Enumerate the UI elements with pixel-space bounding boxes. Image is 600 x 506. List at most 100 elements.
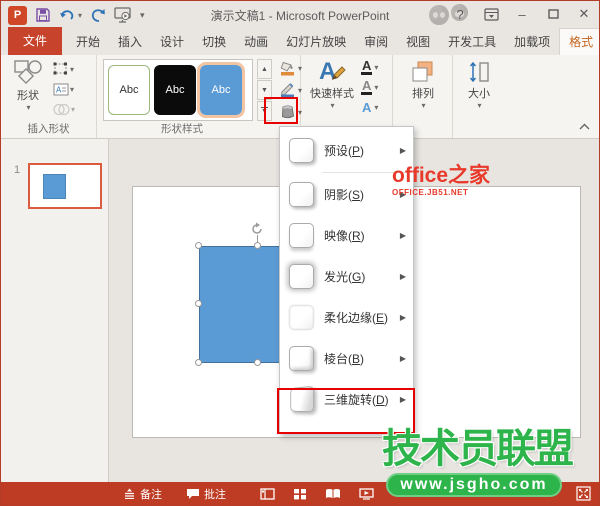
size-icon [469,61,489,83]
shape-fill-icon [280,61,294,76]
shape-style-option-2[interactable]: Abc [154,65,196,115]
glow-icon [289,264,314,289]
quick-access-toolbar: P ▾ ▾ [1,5,145,25]
slide-sorter-view-icon[interactable] [293,488,307,500]
shape-styles-group-label: 形状样式 [161,123,203,135]
preset-icon [289,138,314,163]
group-size: 大小 ▾ [453,55,505,138]
save-icon[interactable] [35,5,51,25]
shapes-caret: ▾ [26,103,31,112]
shadow-icon [289,182,314,207]
shape-edit-buttons: ▾ A ▾ ▾ [53,59,75,119]
undo-button[interactable]: ▾ [59,5,82,25]
menu-item-bevel[interactable]: 棱台(B) ▶ [280,338,413,379]
tab-format-active[interactable]: 格式 [559,28,599,55]
redo-button[interactable] [90,5,106,25]
tab-view[interactable]: 视图 [397,29,439,55]
watermark-tech-alliance: 技术员联盟 www.jsgho.com [382,427,574,497]
reflection-icon [289,223,314,248]
resize-handle-bottom-left[interactable] [195,359,202,366]
shape-outline-icon [280,83,294,98]
submenu-arrow-icon: ▶ [399,354,406,363]
notes-button[interactable]: 备注 [123,486,162,502]
shape-style-gallery: Abc Abc Abc [103,59,253,121]
menu-item-soft-edges[interactable]: 柔化边缘(E) ▶ [280,297,413,338]
tab-review[interactable]: 审阅 [355,29,397,55]
insert-shapes-group-label: 插入形状 [27,123,70,135]
fit-slide-to-window-button[interactable] [576,486,591,504]
gallery-scroll-up-button[interactable]: ▲ [257,59,272,79]
shape-style-option-1[interactable]: Abc [108,65,150,115]
shapes-icon [14,60,42,85]
tab-developer[interactable]: 开发工具 [439,29,505,55]
close-button[interactable]: ✕ [573,4,595,24]
menu-item-glow[interactable]: 发光(G) ▶ [280,256,413,297]
start-from-beginning-icon[interactable] [114,5,132,25]
tab-insert[interactable]: 插入 [109,29,151,55]
menu-item-reflection[interactable]: 映像(R) ▶ [280,215,413,256]
arrange-label: 排列 [412,88,434,100]
tab-file[interactable]: 文件 [8,27,63,55]
window-controls: ? – ✕ [449,4,595,24]
resize-handle-middle-left[interactable] [195,300,202,307]
edit-shape-button[interactable]: ▾ [53,59,75,79]
powerpoint-app-icon[interactable]: P [8,5,27,25]
text-fill-button[interactable]: A ▾ [361,57,378,77]
text-outline-button[interactable]: A ▾ [361,77,378,97]
slide-number: 1 [14,164,21,176]
shape-style-option-3-selected[interactable]: Abc [197,62,245,118]
maximize-button[interactable] [542,4,564,24]
normal-view-icon[interactable] [260,487,275,500]
thumbnail-shape [43,174,66,199]
reading-view-icon[interactable] [325,488,341,500]
notes-icon [125,488,134,499]
slide-1-thumbnail[interactable] [28,163,102,209]
tab-transitions[interactable]: 切换 [193,29,235,55]
merge-shapes-button[interactable]: ▾ [53,99,75,119]
quick-styles-label: 快速样式 [310,88,354,100]
collapse-ribbon-button[interactable] [579,122,590,132]
svg-text:A: A [319,58,336,85]
help-button[interactable]: ? [449,4,471,24]
svg-text:A: A [56,85,62,94]
quick-styles-button[interactable]: A 快速样式 ▾ [305,57,359,110]
title-bar: P ▾ ▾ 演示文稿1 - Microsoft PowerPoint ? – ✕ [1,1,599,29]
text-box-button[interactable]: A ▾ [53,79,75,99]
tab-home[interactable]: 开始 [67,29,109,55]
minimize-button[interactable]: – [511,4,533,24]
arrange-button[interactable]: 排列 ▾ [403,59,443,110]
tab-addins[interactable]: 加载项 [505,29,559,55]
comments-icon [187,488,199,499]
arrange-icon [412,61,433,82]
text-effects-button[interactable]: A ▾ [361,97,378,117]
watermark-subtitle: OFFICE.JB51.NET [392,188,469,197]
soft-edges-icon [289,305,314,330]
shapes-label: 形状 [17,90,39,102]
undo-dropdown-caret[interactable]: ▾ [78,11,82,20]
size-button[interactable]: 大小 ▾ [461,59,497,110]
slide-thumbnails-panel: 1 [1,139,109,482]
resize-handle-top-left[interactable] [195,242,202,249]
resize-handle-bottom-middle[interactable] [254,359,261,366]
rotation-handle[interactable] [250,222,264,241]
watermark-office-home: office之家 OFFICE.JB51.NET [392,165,490,197]
slideshow-view-icon[interactable] [359,487,374,500]
submenu-arrow-icon: ▶ [399,313,406,322]
tab-slideshow[interactable]: 幻灯片放映 [277,29,355,55]
ribbon-display-options-icon[interactable] [480,4,502,24]
skull-watermark [429,5,449,25]
tab-animations[interactable]: 动画 [235,29,277,55]
shapes-button[interactable]: 形状 ▾ [7,59,49,112]
view-switcher [260,487,374,500]
resize-handle-top-middle[interactable] [254,242,261,249]
group-insert-shapes: 形状 ▾ ▾ A ▾ ▾ 插入形状 [1,55,97,138]
comments-button[interactable]: 批注 [186,486,226,502]
text-format-buttons: A ▾ A ▾ A ▾ [361,57,378,117]
watermark-title: 技术员联盟 [382,427,574,471]
submenu-arrow-icon: ▶ [399,272,406,281]
submenu-arrow-icon: ▶ [399,231,406,240]
watermark-url: www.jsgho.com [386,473,562,497]
tab-design[interactable]: 设计 [151,29,193,55]
bevel-icon [289,346,314,371]
customize-qat-caret[interactable]: ▾ [140,5,145,25]
